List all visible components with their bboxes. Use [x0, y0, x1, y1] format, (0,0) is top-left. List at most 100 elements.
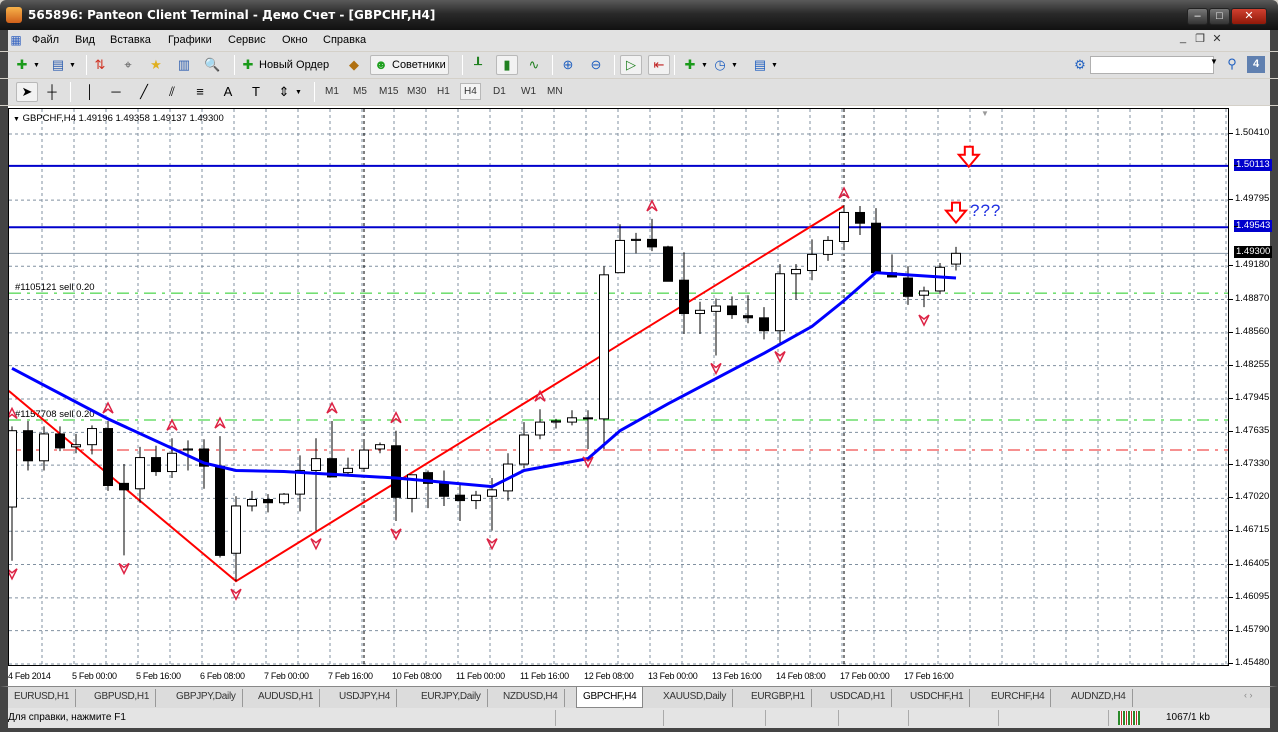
bull-candle — [247, 499, 257, 507]
text-label-button[interactable]: T — [248, 82, 264, 102]
menu-file[interactable]: Файл — [32, 34, 59, 46]
chart-tab[interactable]: EURUSD,H1 — [8, 689, 77, 707]
timeframe-h4[interactable]: H4 — [460, 83, 481, 100]
chart-tab[interactable]: USDJPY,H4 — [333, 689, 398, 707]
new-order-button[interactable]: ✚ Новый Ордер — [240, 55, 330, 75]
periods-button[interactable]: ◷ ▼ — [712, 55, 738, 75]
close-button[interactable]: ✕ — [1231, 8, 1267, 25]
metaeditor-button[interactable]: ◆ — [346, 55, 362, 75]
fibonacci-button[interactable]: ≡ — [192, 82, 208, 102]
chart-menu-arrow-icon[interactable]: ▼ — [13, 116, 20, 123]
community-icon[interactable]: 4 — [1247, 56, 1265, 73]
templates-icon: ▤ — [753, 57, 767, 72]
bull-candle — [39, 433, 49, 462]
mdi-minimize-button[interactable]: _ — [1176, 32, 1190, 48]
profiles-button[interactable]: ▤ ▼ — [50, 55, 76, 75]
timeframe-m30[interactable]: M30 — [404, 84, 429, 99]
chart-tab[interactable]: EURCHF,H4 — [985, 689, 1052, 707]
time-tick-label: 11 Feb 16:00 — [520, 671, 569, 681]
menu-help[interactable]: Справка — [323, 34, 366, 46]
price-tick-label: 1.49180 — [1229, 259, 1269, 271]
price-tick-label: 1.48255 — [1229, 359, 1269, 371]
channel-icon: ⫽ — [169, 84, 175, 99]
price-tick-label: 1.49795 — [1229, 193, 1269, 205]
menu-insert[interactable]: Вставка — [110, 34, 151, 46]
search-input[interactable] — [1090, 56, 1214, 74]
zoom-in-button[interactable]: ⊕ — [560, 55, 576, 75]
bear-candle — [263, 499, 273, 504]
new-chart-button[interactable]: ✚ ▼ — [14, 55, 40, 75]
market-watch-button[interactable]: ⇅ — [92, 55, 108, 75]
strategy-tester-button[interactable]: 🔍 — [204, 55, 220, 75]
timeframe-m1[interactable]: M1 — [322, 84, 342, 99]
search-icon[interactable]: ⚲ — [1224, 56, 1240, 72]
menu-tools[interactable]: Сервис — [228, 34, 266, 46]
chart-tab[interactable]: GBPJPY,Daily — [170, 689, 243, 707]
trendline-button[interactable]: ╱ — [136, 82, 152, 102]
chart-tab[interactable]: EURGBP,H1 — [745, 689, 812, 707]
chart-shift-marker-icon[interactable]: ▼ — [981, 109, 989, 118]
bull-candle — [711, 305, 721, 312]
equidistant-channel-button[interactable]: ⫽ — [164, 82, 180, 102]
settings-button[interactable]: ⚙ — [1072, 55, 1088, 75]
status-bar: Для справки, нажмите F1 1067/1 kb — [0, 708, 1278, 732]
line-chart-button[interactable]: ∿ — [526, 55, 542, 75]
time-tick-label: 14 Feb 08:00 — [776, 671, 826, 681]
tab-scroll-arrows[interactable]: ‹ › — [1244, 690, 1253, 700]
chart-tab[interactable]: USDCHF,H1 — [904, 689, 971, 707]
chart-canvas[interactable]: #1105121 sell 0.20 #1157708 sell 0.20 — [9, 109, 1229, 666]
time-tick-label: 7 Feb 00:00 — [264, 671, 309, 681]
chart-tab[interactable]: GBPUSD,H1 — [88, 689, 157, 707]
timeframe-m15[interactable]: M15 — [376, 84, 401, 99]
crosshair-button[interactable]: ┼ — [44, 82, 60, 102]
fractal-up-icon — [390, 411, 402, 424]
timeframe-w1[interactable]: W1 — [518, 84, 539, 99]
chart-tab[interactable]: EURJPY,Daily — [415, 689, 488, 707]
price-tick-label: 1.46715 — [1229, 524, 1269, 536]
menu-charts[interactable]: Графики — [168, 34, 212, 46]
zoom-out-icon: ⊖ — [590, 57, 602, 72]
horizontal-line-icon: ─ — [111, 84, 121, 99]
down-arrow-annotation-icon — [956, 145, 981, 169]
cursor-button[interactable]: ➤ — [16, 82, 38, 102]
templates-button[interactable]: ▤ ▼ — [752, 55, 778, 75]
menu-view[interactable]: Вид — [75, 34, 95, 46]
timeframe-m5[interactable]: M5 — [350, 84, 370, 99]
autoscroll-button[interactable]: ▷ — [620, 55, 642, 75]
chart-tab[interactable]: AUDUSD,H1 — [252, 689, 321, 707]
chart-header: ▼ GBPCHF,H4 1.49196 1.49358 1.49137 1.49… — [13, 113, 224, 124]
terminal-button[interactable]: ▥ — [176, 55, 192, 75]
chart-shift-button[interactable]: ⇤ — [648, 55, 670, 75]
bear-candle — [743, 315, 753, 319]
chart-tab[interactable]: USDCAD,H1 — [824, 689, 893, 707]
minimize-button[interactable]: – — [1187, 8, 1208, 25]
mdi-close-button[interactable]: ✕ — [1210, 32, 1224, 48]
chart-tab[interactable]: XAUUSD,Daily — [657, 689, 734, 707]
menu-window[interactable]: Окно — [282, 34, 308, 46]
chart-tab[interactable]: AUDNZD,H4 — [1065, 689, 1133, 707]
chart-tab[interactable]: NZDUSD,H4 — [497, 689, 565, 707]
data-window-button[interactable]: ⌖ — [120, 55, 136, 75]
vertical-line-button[interactable]: │ — [82, 82, 98, 102]
search-dropdown-icon[interactable]: ▼ — [1210, 57, 1218, 66]
mdi-restore-button[interactable]: ❐ — [1193, 32, 1207, 48]
timeframe-h1[interactable]: H1 — [434, 84, 453, 99]
experts-button[interactable]: ☻ Советники — [370, 55, 449, 75]
arrows-button[interactable]: ⇕ ▼ — [276, 82, 302, 102]
bar-chart-button[interactable]: ┸ — [470, 55, 486, 75]
timeframe-mn[interactable]: MN — [544, 84, 566, 99]
candlestick-button[interactable]: ▮ — [496, 55, 518, 75]
title-bar: 565896: Panteon Client Terminal - Демо С… — [0, 0, 1278, 30]
new-order-icon: ✚ — [242, 57, 254, 72]
price-chart[interactable]: #1105121 sell 0.20 #1157708 sell 0.20 ▼ G… — [8, 108, 1229, 666]
time-tick-label: 4 Feb 2014 — [8, 671, 51, 681]
timeframe-d1[interactable]: D1 — [490, 84, 509, 99]
zoom-out-button[interactable]: ⊖ — [588, 55, 604, 75]
navigator-button[interactable]: ★ — [148, 55, 164, 75]
chart-tab[interactable]: GBPCHF,H4 — [576, 687, 644, 708]
text-button[interactable]: A — [220, 82, 236, 102]
indicators-button[interactable]: ✚ ▼ — [682, 55, 708, 75]
maximize-button[interactable]: □ — [1209, 8, 1230, 25]
horizontal-line-button[interactable]: ─ — [108, 82, 124, 102]
bear-candle — [855, 211, 865, 224]
